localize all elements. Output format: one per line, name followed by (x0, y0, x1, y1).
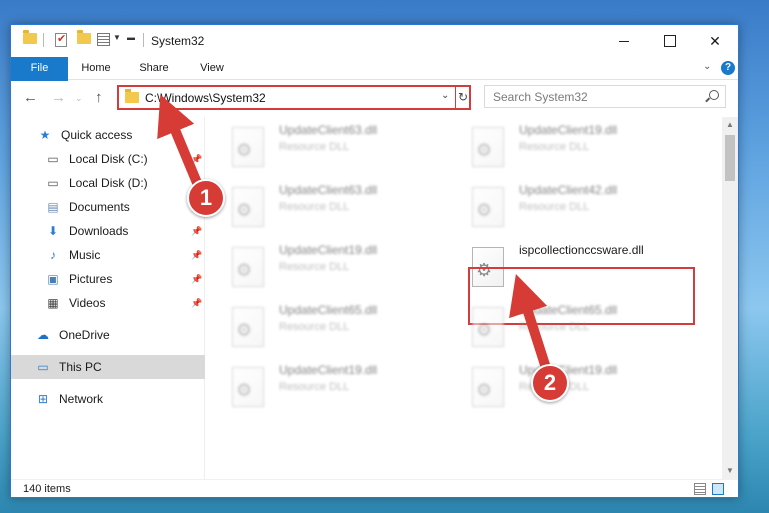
folder-icon (23, 30, 37, 44)
sidebar-item-videos[interactable]: ▦ Videos 📌 (11, 291, 205, 315)
pin-icon: 📌 (191, 273, 203, 284)
file-item[interactable]: UpdateClient65.dll Resource DLL (206, 299, 436, 351)
window-title: System32 (151, 34, 205, 48)
dll-file-icon (232, 247, 264, 287)
scroll-thumb[interactable] (725, 135, 735, 181)
dll-file-icon (472, 307, 504, 347)
video-icon: ▦ (47, 296, 59, 310)
annotation-step-2-badge: 2 (531, 364, 569, 402)
cloud-icon: ☁ (37, 328, 49, 342)
tab-share[interactable]: Share (131, 57, 177, 80)
refresh-icon[interactable]: ↻ (455, 87, 470, 108)
pin-icon: 📌 (191, 153, 203, 164)
sidebar-item-this-pc[interactable]: ▭ This PC (11, 355, 205, 379)
pin-icon: 📌 (191, 297, 203, 308)
properties-check-icon[interactable] (55, 32, 67, 47)
dll-file-icon (232, 127, 264, 167)
pin-icon: 📌 (191, 225, 203, 236)
dll-file-icon (472, 367, 504, 407)
folder-icon (125, 89, 139, 103)
file-item[interactable]: UpdateClient42.dll Resource DLL (446, 179, 676, 231)
sidebar-item-music[interactable]: ♪ Music 📌 (11, 243, 205, 267)
sidebar-item-local-disk-c[interactable]: ▭ Local Disk (C:) 📌 (11, 147, 205, 171)
tab-home[interactable]: Home (73, 57, 119, 80)
vertical-scrollbar[interactable]: ▲ ▼ (722, 117, 738, 479)
status-bar: 140 items (11, 479, 738, 497)
chevron-down-icon[interactable]: ⌄ (703, 61, 711, 72)
sidebar-item-pictures[interactable]: ▣ Pictures 📌 (11, 267, 205, 291)
sidebar-item-downloads[interactable]: ⬇ Downloads 📌 (11, 219, 205, 243)
sidebar-item-network[interactable]: ⊞ Network (11, 387, 205, 411)
drive-icon: ▭ (47, 152, 59, 166)
computer-icon: ▭ (37, 360, 49, 374)
navigation-pane: ★ Quick access ▭ Local Disk (C:) 📌 ▭ Loc… (11, 117, 205, 479)
tab-view[interactable]: View (189, 57, 235, 80)
title-bar: ▼ ▬ System32 ✕ (11, 25, 738, 57)
address-text: C:\Windows\System32 (145, 91, 266, 105)
annotation-step-1-badge: 1 (187, 179, 225, 217)
scroll-up-icon[interactable]: ▲ (722, 117, 738, 133)
dropdown-arrow-icon[interactable]: ▼ (113, 33, 121, 42)
back-arrow-icon[interactable]: ← (23, 89, 38, 106)
explorer-window: ▼ ▬ System32 ✕ File Home Share View ⌄ ? … (10, 24, 739, 498)
drive-icon: ▭ (47, 176, 59, 190)
large-icons-view-icon[interactable] (712, 483, 724, 495)
help-icon[interactable]: ? (721, 61, 735, 75)
file-item[interactable]: UpdateClient63.dll Resource DLL (206, 119, 436, 171)
dll-file-icon (472, 187, 504, 227)
up-arrow-icon[interactable]: ↑ (95, 89, 103, 106)
recent-dropdown-icon[interactable]: ⌄ (75, 93, 83, 104)
dll-file-icon (232, 307, 264, 347)
item-count: 140 items (23, 483, 71, 495)
download-icon: ⬇ (47, 224, 59, 238)
document-icon: ▤ (47, 200, 59, 214)
maximize-button[interactable] (647, 25, 693, 57)
search-input[interactable]: Search System32 (484, 85, 726, 108)
customize-toolbar-icon[interactable]: ▬ (127, 33, 135, 42)
separator (143, 33, 144, 47)
minimize-button[interactable] (601, 25, 647, 57)
file-item[interactable]: UpdateClient19.dll Resource DLL (206, 359, 436, 411)
file-list: UpdateClient63.dll Resource DLL UpdateCl… (206, 117, 722, 479)
navigation-bar: ← → ⌄ ↑ C:\Windows\System32 ⌄ ↻ Search S… (11, 81, 738, 115)
chevron-down-icon[interactable]: ⌄ (441, 90, 449, 101)
sidebar-item-local-disk-d[interactable]: ▭ Local Disk (D:) (11, 171, 205, 195)
properties-icon[interactable] (97, 33, 110, 46)
network-icon: ⊞ (37, 392, 49, 406)
dll-file-icon (232, 187, 264, 227)
search-icon (709, 90, 719, 100)
scroll-down-icon[interactable]: ▼ (722, 463, 738, 479)
sidebar-item-quick-access[interactable]: ★ Quick access (11, 123, 205, 147)
details-view-icon[interactable] (694, 483, 706, 495)
sidebar-item-documents[interactable]: ▤ Documents 📌 (11, 195, 205, 219)
ribbon: File Home Share View ⌄ ? (11, 57, 738, 109)
new-folder-icon[interactable] (77, 30, 91, 44)
separator (43, 33, 44, 47)
pin-icon: 📌 (191, 249, 203, 260)
file-item[interactable]: UpdateClient19.dll Resource DLL (206, 239, 436, 291)
file-item[interactable]: UpdateClient19.dll Resource DLL (446, 119, 676, 171)
music-icon: ♪ (50, 248, 56, 262)
pictures-icon: ▣ (47, 272, 59, 286)
address-bar[interactable]: C:\Windows\System32 ⌄ ↻ (117, 85, 471, 110)
forward-arrow-icon[interactable]: → (51, 89, 66, 106)
file-item[interactable]: UpdateClient63.dll Resource DLL (206, 179, 436, 231)
dll-file-icon (472, 127, 504, 167)
sidebar-item-onedrive[interactable]: ☁ OneDrive (11, 323, 205, 347)
dll-file-icon (232, 367, 264, 407)
file-item[interactable]: UpdateClient65.dll Resource DLL (446, 299, 676, 351)
star-icon: ★ (39, 128, 51, 142)
search-placeholder: Search System32 (493, 90, 588, 104)
close-button[interactable]: ✕ (692, 25, 738, 57)
